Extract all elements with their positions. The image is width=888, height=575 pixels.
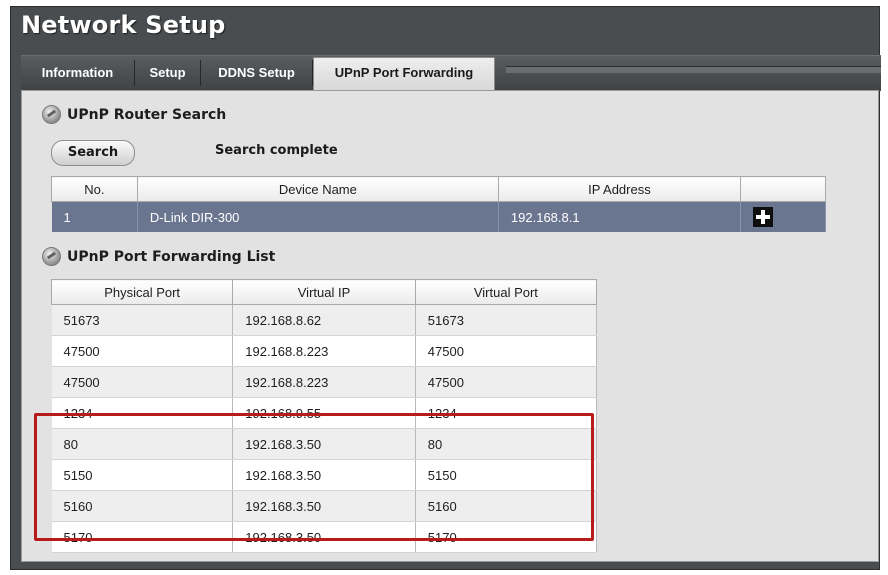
router-device-table: No. Device Name IP Address 1 D-Link DIR-… (51, 176, 827, 232)
cell-virtual-port: 47500 (415, 335, 598, 367)
cell-physical-port: 47500 (51, 335, 234, 367)
tab-bar-divider (506, 66, 881, 73)
cell-virtual-ip: 192.168.8.223 (232, 335, 416, 367)
table-row[interactable]: 1234 192.168.9.55 1234 (51, 397, 598, 429)
cell-device-name: D-Link DIR-300 (137, 201, 499, 232)
cell-action (740, 201, 827, 232)
cell-physical-port: 80 (51, 428, 234, 460)
cell-physical-port: 5150 (51, 459, 234, 491)
cell-virtual-port: 1234 (415, 397, 598, 429)
router-search-title: UPnP Router Search (67, 106, 227, 123)
cell-physical-port: 5160 (51, 490, 234, 522)
tab-setup[interactable]: Setup (135, 60, 201, 86)
port-forwarding-table: Physical Port Virtual IP Virtual Port 51… (50, 279, 598, 553)
table-row[interactable]: 5160 192.168.3.50 5160 (51, 490, 598, 522)
tab-ddns-setup[interactable]: DDNS Setup (201, 60, 313, 86)
tab-content-panel: UPnP Router Search Search Search complet… (21, 90, 879, 562)
table-row[interactable]: 5150 192.168.3.50 5150 (51, 459, 598, 491)
plus-icon[interactable] (752, 207, 773, 227)
cell-virtual-ip: 192.168.9.55 (232, 397, 416, 429)
search-status: Search complete (215, 143, 338, 158)
cell-virtual-port: 5150 (415, 459, 598, 491)
cell-virtual-ip: 192.168.8.62 (232, 304, 416, 336)
column-header-virtual-ip: Virtual IP (232, 279, 416, 305)
cell-physical-port: 51673 (51, 304, 234, 336)
cell-virtual-port: 5170 (415, 521, 598, 553)
cell-virtual-port: 51673 (415, 304, 598, 336)
port-forwarding-heading: UPnP Port Forwarding List (42, 247, 275, 266)
page-title: Network Setup (21, 11, 226, 39)
globe-icon (42, 105, 61, 124)
column-header-virtual-port: Virtual Port (414, 279, 598, 305)
tab-upnp-port-forwarding[interactable]: UPnP Port Forwarding (313, 57, 495, 91)
column-header-physical-port: Physical Port (50, 279, 234, 305)
cell-virtual-ip: 192.168.3.50 (232, 459, 416, 491)
cell-virtual-port: 5160 (415, 490, 598, 522)
tab-bar: Information Setup DDNS Setup UPnP Port F… (21, 55, 881, 91)
cell-no: 1 (51, 201, 138, 232)
table-row[interactable]: 1 D-Link DIR-300 192.168.8.1 (51, 201, 827, 232)
router-search-heading: UPnP Router Search (42, 105, 226, 124)
table-row[interactable]: 51673 192.168.8.62 51673 (51, 304, 598, 336)
cell-physical-port: 5170 (51, 521, 234, 553)
column-header-action (739, 176, 827, 202)
table-row[interactable]: 80 192.168.3.50 80 (51, 428, 598, 460)
tab-information[interactable]: Information (21, 60, 135, 86)
cell-virtual-port: 80 (415, 428, 598, 460)
search-button[interactable]: Search (51, 140, 135, 166)
network-setup-window: Network Setup Information Setup DDNS Set… (10, 6, 881, 570)
cell-virtual-port: 47500 (415, 366, 598, 398)
table-row[interactable]: 47500 192.168.8.223 47500 (51, 335, 598, 367)
table-row[interactable]: 5170 192.168.3.50 5170 (51, 521, 598, 553)
cell-virtual-ip: 192.168.3.50 (232, 428, 416, 460)
globe-icon (42, 247, 61, 266)
cell-physical-port: 1234 (51, 397, 234, 429)
column-header-no: No. (51, 176, 138, 202)
cell-ip-address: 192.168.8.1 (498, 201, 741, 232)
cell-physical-port: 47500 (51, 366, 234, 398)
column-header-device-name: Device Name (136, 176, 499, 202)
table-header-row: Physical Port Virtual IP Virtual Port (50, 279, 598, 305)
table-header-row: No. Device Name IP Address (51, 176, 827, 202)
cell-virtual-ip: 192.168.3.50 (232, 490, 416, 522)
column-header-ip-address: IP Address (497, 176, 741, 202)
table-row[interactable]: 47500 192.168.8.223 47500 (51, 366, 598, 398)
cell-virtual-ip: 192.168.8.223 (232, 366, 416, 398)
port-forwarding-title: UPnP Port Forwarding List (67, 248, 276, 265)
cell-virtual-ip: 192.168.3.50 (232, 521, 416, 553)
